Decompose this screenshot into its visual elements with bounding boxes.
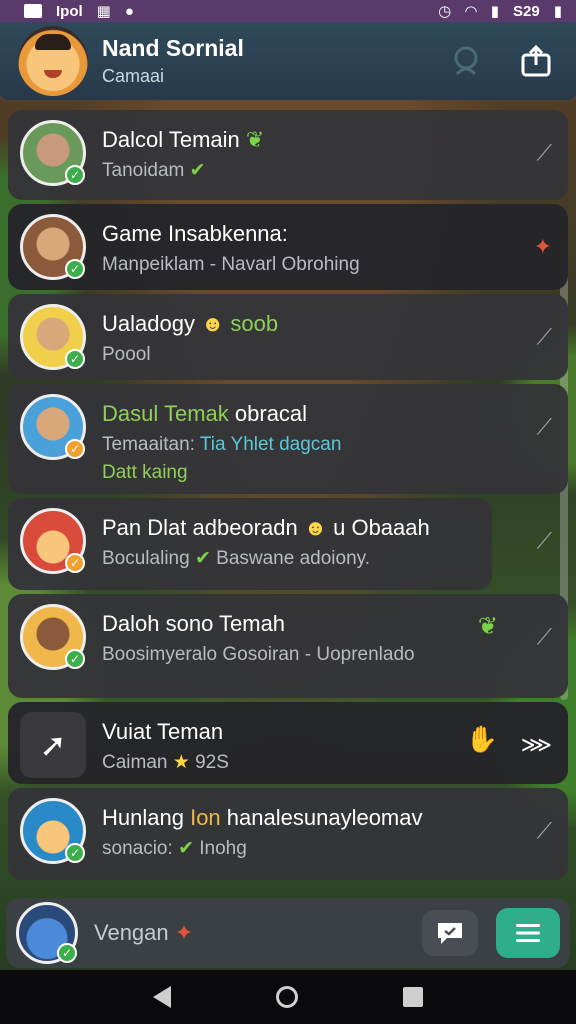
chat-name: Dasul Temak [102,401,229,426]
header-subtitle: Camaai [102,66,165,86]
chat-subtitle-highlight: Tia Yhlet dagcan [199,434,342,455]
chat-row[interactable]: ✓ Hunlang Ion hanalesunayleomav sonacio:… [8,788,568,880]
chat-row[interactable]: ✓ Daloh sono Temah Boosimyeralo Gosoiran… [8,594,568,698]
online-check-icon: ✓ [65,259,85,279]
avatar: ✓ [20,508,86,574]
search-button[interactable] [444,39,488,83]
wifi-icon: ◠ [465,3,477,20]
chat-name: Game Insabkenna: [102,221,288,246]
alarm-icon: ◷ [438,3,452,20]
pin-icon[interactable]: ⟋ [537,818,552,844]
chat-subtitle: Temaaitan: [102,434,200,455]
online-check-icon: ✓ [57,943,77,963]
more-icon[interactable]: ⋙ [521,732,552,758]
chat-subtitle: Boosimyeralo Gosoiran - Uoprenlado [102,644,415,665]
home-icon[interactable] [275,986,298,1008]
menu-button[interactable] [496,908,560,958]
chat-name: Ualadogy [102,311,195,336]
leaf-icon: ❦ [477,613,498,640]
pin-tool-icon: ➚ [20,712,86,778]
avatar: ✓ [20,304,86,370]
profile-avatar[interactable] [18,26,88,96]
list-icon [516,924,540,942]
verified-icon: ✔ [178,838,194,859]
avatar: ✓ [20,604,86,670]
system-nav-bar [0,970,576,1024]
chat-row[interactable]: ➚ Vuiat Teman Caiman ★ 92S ✋ ⋙ [8,702,568,784]
avatar: ✓ [20,120,86,186]
chat-row[interactable]: ✓ Dalcol Temain ❦ Tanoidam ✔ ⟋ [8,110,568,200]
chat-icon [438,923,462,944]
chat-subtitle: Manpeiklam - Navarl Obrohing [102,254,360,275]
share-button[interactable] [514,39,558,83]
hand-icon: ✋ [465,724,498,754]
status-bar: Ipol ▦ ● ◷ ◠ ▮ S29 ▮ [0,0,576,22]
chat-name-suffix: soob [230,311,279,336]
self-avatar[interactable]: ✓ [16,902,78,964]
avatar: ✓ [20,798,86,864]
online-check-icon: ✓ [65,843,85,863]
verified-icon: ✔ [189,160,206,181]
chat-subtitle: Poool [102,344,151,365]
chat-subtitle-extra: Inohg [199,838,247,859]
image-icon [24,4,42,18]
status-left-text: Ipol [56,2,83,20]
away-check-icon: ✓ [65,553,85,573]
pin-icon[interactable]: ⟋ [537,414,552,440]
chat-row[interactable]: ✓ Ualadogy ☻ soob Poool ⟋ [8,294,568,380]
chat-name: Pan Dlat adbeoradn [102,515,298,540]
grid-icon: ▦ [96,3,111,20]
chat-name-suffix: u Obaaah [333,515,430,540]
search-icon [454,46,478,76]
chat-subtitle: sonacio: [102,838,173,859]
online-check-icon: ✓ [65,349,85,369]
verified-icon: ✔ [194,548,211,569]
signal-icon: ▮ [490,3,500,20]
compose-bar: ✓ Vengan ✦ [6,898,570,968]
star-icon: ★ [172,752,190,773]
chat-name-suffix: hanalesunayleomav [226,805,423,830]
back-icon[interactable] [152,986,171,1008]
chat-bubble-icon: ● [124,2,134,20]
chat-name: Dalcol Temain [102,127,240,152]
online-check-icon: ✓ [65,165,85,185]
chat-subtitle-extra: Baswane adoiony. [216,548,371,569]
new-chat-button[interactable] [422,910,478,956]
chat-subtitle: Tanoidam [102,160,185,181]
chat-row[interactable]: ✓ Game Insabkenna: Manpeiklam - Navarl O… [8,204,568,290]
leaf-icon: ❦ [245,127,265,152]
chat-subtitle-extra: 92S [195,752,229,773]
chat-name-highlight: Ion [190,805,221,830]
chat-name: Hunlang [102,805,184,830]
pin-icon[interactable]: ⟋ [537,140,552,166]
recents-icon[interactable] [403,987,424,1007]
chat-row[interactable]: ✓ Dasul Temak obracal Temaaitan: Tia Yhl… [8,384,568,494]
avatar: ✓ [20,214,86,280]
battery-icon: ▮ [553,3,562,20]
app-header: Nand Sornial Camaai [0,22,576,100]
chat-name-suffix: obracal [234,401,308,426]
chat-subtitle: Boculaling [102,548,190,569]
flame-icon: ✦ [174,920,194,945]
online-check-icon: ✓ [65,649,85,669]
compose-label[interactable]: Vengan ✦ [94,920,422,946]
pin-icon[interactable]: ⟋ [537,624,552,650]
share-icon [521,44,551,77]
status-time: S29 [513,2,540,20]
avatar: ✓ [20,394,86,460]
header-title: Nand Sornial [102,35,244,61]
smiley-icon: ☻ [201,311,225,336]
smiley-icon: ☻ [303,515,327,540]
away-check-icon: ✓ [65,439,85,459]
chat-subtitle-2: Datt kaing [102,462,188,483]
flame-icon[interactable]: ✦ [534,234,552,260]
pin-icon[interactable]: ⟋ [537,528,552,554]
chat-subtitle: Caiman [102,752,168,773]
chat-list: ✓ Dalcol Temain ❦ Tanoidam ✔ ⟋ ✓ Game In… [8,110,568,884]
chat-row[interactable]: ✓ Pan Dlat adbeoradn ☻ u Obaaah Boculali… [8,498,492,590]
pin-icon[interactable]: ⟋ [537,324,552,350]
